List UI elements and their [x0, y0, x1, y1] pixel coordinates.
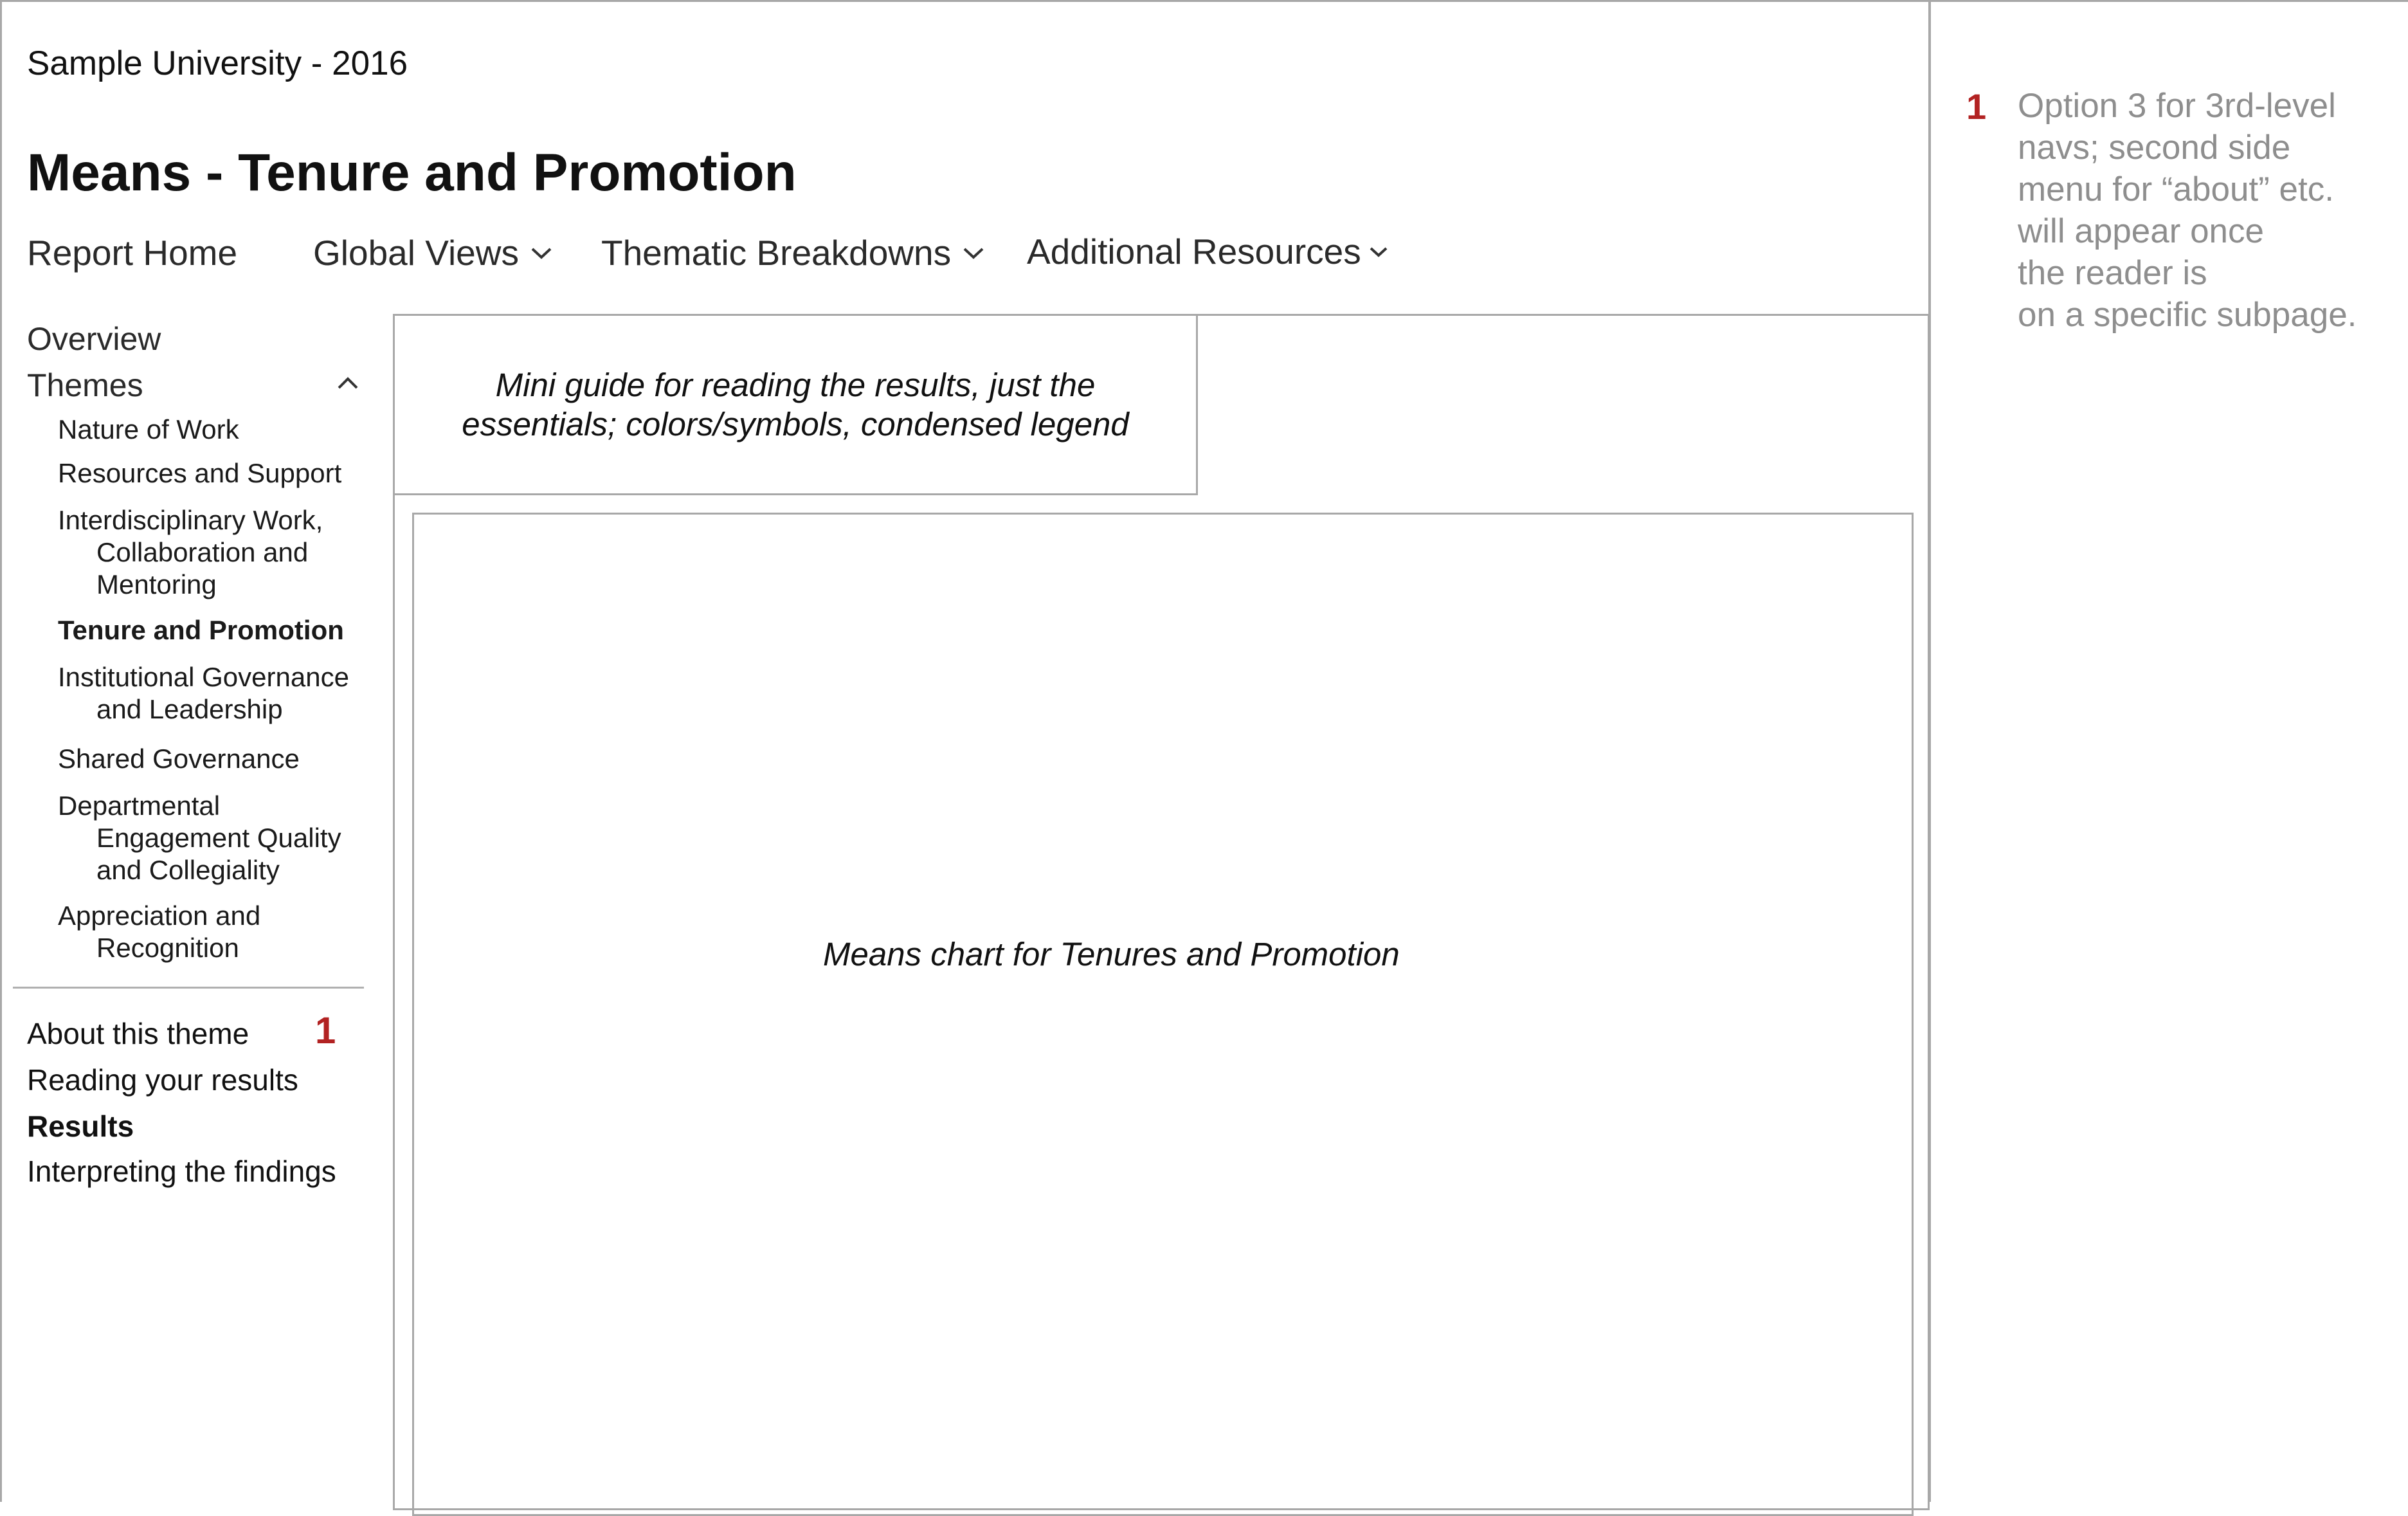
- chevron-down-icon: [531, 248, 552, 259]
- sidebar-divider: [13, 987, 364, 989]
- annotation-line: menu for “about” etc.: [2018, 170, 2334, 208]
- mini-guide-text: Mini guide for reading the results, just…: [462, 367, 1129, 443]
- annotation-marker: 1: [315, 1010, 336, 1052]
- sidebar-item-institutional-governance[interactable]: Institutional Governance and Leadership: [58, 661, 349, 726]
- sidebar-item-label: Shared Governance: [58, 744, 300, 774]
- sidebar-item-label: Appreciation and: [58, 900, 261, 931]
- nav-thematic-breakdowns-label: Thematic Breakdowns: [601, 233, 952, 273]
- nav-additional-resources-label: Additional Resources: [1027, 232, 1361, 271]
- sidebar-item-label: Recognition: [96, 933, 239, 963]
- chevron-down-icon: [963, 248, 984, 259]
- sidebar-item-label: Institutional Governance: [58, 662, 349, 692]
- annotation-line: will appear once: [2018, 212, 2265, 250]
- sidebar-item-label: Mentoring: [96, 569, 217, 599]
- mini-guide-box: Mini guide for reading the results, just…: [393, 314, 1198, 495]
- sidebar-themes[interactable]: Themes: [27, 369, 143, 401]
- annotation-note: Option 3 for 3rd-level navs; second side…: [2018, 85, 2403, 336]
- annotation-number: 1: [1966, 86, 1987, 127]
- sidebar-item-tenure-and-promotion[interactable]: Tenure and Promotion: [58, 614, 344, 646]
- annotation-line: navs; second side: [2018, 129, 2291, 167]
- page-title: Means - Tenure and Promotion: [27, 143, 797, 202]
- sidebar-item-nature-of-work[interactable]: Nature of Work: [58, 414, 239, 446]
- sidebar-item-label: Interdisciplinary Work,: [58, 505, 323, 535]
- sidebar-item-label: Nature of Work: [58, 414, 239, 444]
- chart-placeholder-text: Means chart for Tenures and Promotion: [823, 936, 1400, 973]
- annotation-line: on a specific subpage.: [2018, 296, 2357, 334]
- chart-placeholder-box: [412, 513, 1914, 1516]
- university-name: Sample University - 2016: [27, 44, 408, 82]
- sidebar-item-interdisciplinary-work[interactable]: Interdisciplinary Work, Collaboration an…: [58, 504, 323, 601]
- sidebar-item-appreciation-and-recognition[interactable]: Appreciation and Recognition: [58, 900, 260, 964]
- chevron-down-icon: [1370, 247, 1388, 257]
- sidebar-item-label: and Collegiality: [96, 855, 280, 885]
- chevron-up-icon[interactable]: [337, 376, 359, 391]
- nav-report-home-label: Report Home: [27, 233, 238, 273]
- annotation-line: the reader is: [2018, 254, 2207, 292]
- nav-global-views[interactable]: Global Views: [313, 235, 552, 271]
- sidebar-item-label: Engagement Quality: [96, 823, 341, 853]
- sidebar-item-label: and Leadership: [96, 694, 283, 724]
- sidebar-item-shared-governance[interactable]: Shared Governance: [58, 743, 300, 775]
- sidebar-item-label: Resources and Support: [58, 458, 342, 488]
- sidebar-item-departmental-engagement[interactable]: Departmental Engagement Quality and Coll…: [58, 790, 341, 886]
- nav-additional-resources[interactable]: Additional Resources: [1027, 234, 1388, 269]
- subnav-results[interactable]: Results: [27, 1111, 134, 1141]
- sidebar-item-label: Collaboration and: [96, 537, 309, 567]
- sidebar-overview[interactable]: Overview: [27, 323, 161, 355]
- nav-report-home[interactable]: Report Home: [27, 235, 237, 271]
- sidebar-item-resources-and-support[interactable]: Resources and Support: [58, 457, 341, 489]
- subnav-about-this-theme[interactable]: About this theme: [27, 1019, 249, 1048]
- annotation-line: Option 3 for 3rd-level: [2018, 87, 2336, 125]
- sidebar-item-label: Departmental: [58, 790, 221, 821]
- nav-thematic-breakdowns[interactable]: Thematic Breakdowns: [601, 235, 984, 271]
- sidebar-item-label: Tenure and Promotion: [58, 615, 344, 645]
- subnav-interpreting-the-findings[interactable]: Interpreting the findings: [27, 1156, 336, 1186]
- nav-global-views-label: Global Views: [313, 233, 519, 273]
- subnav-reading-your-results[interactable]: Reading your results: [27, 1065, 298, 1095]
